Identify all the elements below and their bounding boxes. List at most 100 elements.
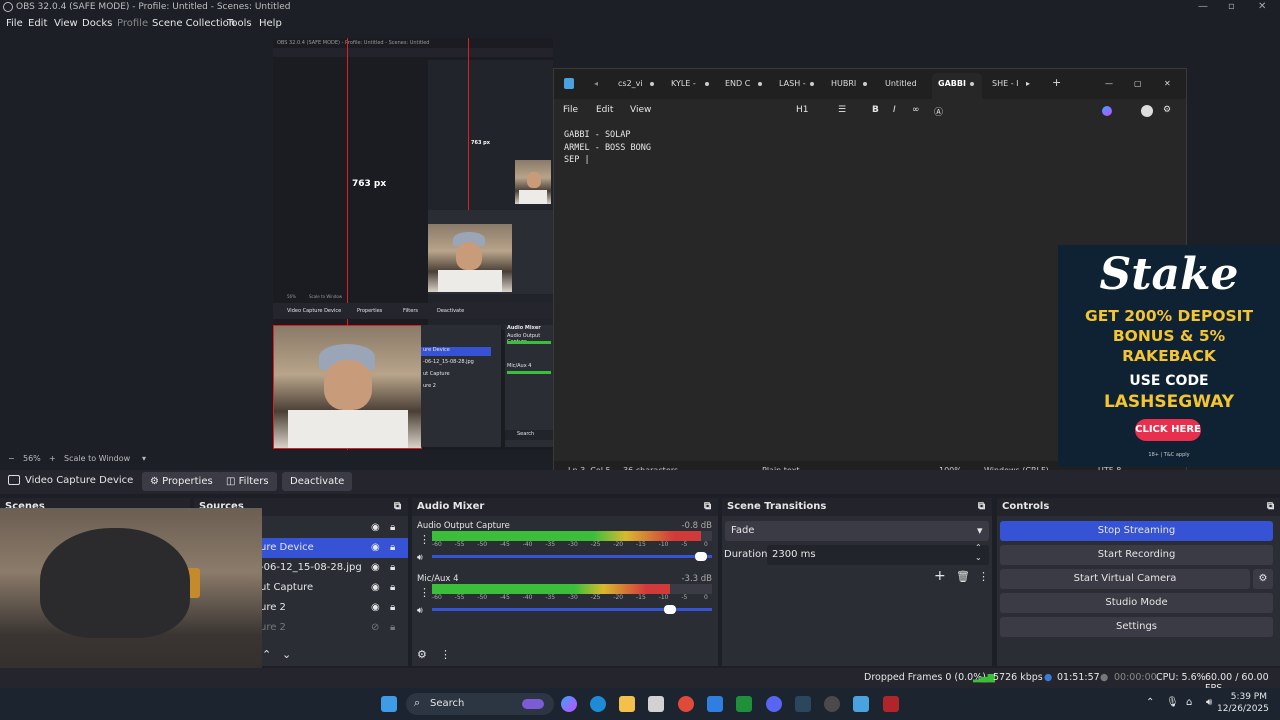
eye-icon[interactable]: ◉ xyxy=(371,558,380,578)
link-icon[interactable]: ∞ xyxy=(912,105,920,115)
np-menu-view[interactable]: View xyxy=(630,105,651,115)
maximize-icon[interactable]: ▫ xyxy=(1228,0,1235,14)
virtual-camera-settings-icon[interactable]: ⚙ xyxy=(1253,569,1273,589)
eye-icon[interactable]: ◉ xyxy=(371,538,380,558)
add-transition-icon[interactable]: + xyxy=(934,568,946,584)
scale-dropdown-icon[interactable]: ▾ xyxy=(142,454,146,463)
menu-file[interactable]: File xyxy=(6,18,23,29)
close-icon[interactable]: ✕ xyxy=(1258,0,1266,14)
volume-slider[interactable] xyxy=(432,552,712,561)
network-icon[interactable]: ⌂ xyxy=(1186,697,1192,708)
tab-active[interactable]: GABBI xyxy=(938,79,966,88)
mic-icon[interactable]: 🎙︎ xyxy=(1166,697,1179,708)
channel-menu-icon[interactable]: ⋮ xyxy=(419,586,430,599)
settings-button[interactable]: Settings xyxy=(1000,617,1273,637)
start-recording-button[interactable]: Start Recording xyxy=(1000,545,1273,565)
lock-icon[interactable]: 🔒︎ xyxy=(390,518,395,538)
spin-down-icon[interactable]: ⌄ xyxy=(975,553,982,562)
tab-7[interactable]: SHE - I xyxy=(992,79,1018,88)
mail-icon[interactable] xyxy=(707,696,723,712)
tab-5[interactable]: Untitled xyxy=(885,79,917,88)
deactivate-button[interactable]: Deactivate xyxy=(282,472,353,491)
eye-icon[interactable]: ◉ xyxy=(371,578,380,598)
notepad-editor[interactable]: GABBI - SOLAP ARMEL - BOSS BONG SEP | xyxy=(564,129,651,167)
store-icon[interactable] xyxy=(648,696,664,712)
np-minimize-icon[interactable]: — xyxy=(1105,79,1113,88)
zoom-minus-icon[interactable]: − xyxy=(8,454,15,463)
tab-scroll-right-icon[interactable]: ▸ xyxy=(1026,79,1030,88)
np-menu-file[interactable]: File xyxy=(563,105,578,115)
np-menu-edit[interactable]: Edit xyxy=(596,105,613,115)
menu-docks[interactable]: Docks xyxy=(82,18,112,29)
settings-gear-icon[interactable]: ⚙ xyxy=(1163,105,1171,115)
tab-4[interactable]: HUBRI xyxy=(831,79,856,88)
lock-icon[interactable]: 🔒︎ xyxy=(390,538,395,558)
stop-streaming-button[interactable]: Stop Streaming xyxy=(1000,521,1273,541)
properties-button[interactable]: ⚙ Properties xyxy=(142,472,221,491)
eye-icon[interactable]: ◉ xyxy=(371,598,380,618)
duration-spinbox[interactable]: 2300 ms ⌃ ⌄ xyxy=(767,543,989,565)
menu-help[interactable]: Help xyxy=(259,18,282,29)
heading-dropdown[interactable]: H1 xyxy=(796,105,809,115)
account-icon[interactable] xyxy=(1141,105,1153,117)
menu-profile[interactable]: Profile xyxy=(117,18,148,29)
scale-to-window[interactable]: Scale to Window xyxy=(64,454,130,463)
app-taskbar-icon[interactable] xyxy=(883,696,899,712)
channel-menu-icon[interactable]: ⋮ xyxy=(419,533,430,546)
taskbar-date[interactable]: 12/26/2025 xyxy=(1217,704,1269,714)
speaker-icon[interactable]: 🔊︎ xyxy=(417,606,423,616)
start-windows-icon[interactable] xyxy=(381,696,397,712)
menu-scene-collection[interactable]: Scene Collection xyxy=(152,18,235,29)
dock-undock-icon[interactable]: ⧉ xyxy=(1267,498,1274,516)
file-explorer-icon[interactable] xyxy=(619,696,635,712)
bold-icon[interactable]: B xyxy=(872,105,879,115)
transition-menu-icon[interactable]: ⋮ xyxy=(978,570,989,583)
menu-edit[interactable]: Edit xyxy=(28,18,47,29)
studio-mode-button[interactable]: Studio Mode xyxy=(1000,593,1273,613)
tab-2[interactable]: END C xyxy=(725,79,750,88)
lock-icon[interactable]: 🔒︎ xyxy=(390,618,395,638)
speaker-icon[interactable]: 🔊︎ xyxy=(417,553,423,563)
move-down-icon[interactable]: ⌄ xyxy=(282,648,291,661)
notepad-taskbar-icon[interactable] xyxy=(853,696,869,712)
chrome-icon[interactable] xyxy=(678,696,694,712)
tray-chevron-icon[interactable]: ⌃ xyxy=(1146,697,1154,708)
mixer-menu-icon[interactable]: ⋮ xyxy=(440,648,451,661)
tab-1[interactable]: KYLE - xyxy=(671,79,696,88)
eye-off-icon[interactable]: ⊘ xyxy=(371,618,379,638)
dock-undock-icon[interactable]: ⧉ xyxy=(978,498,985,516)
mixer-settings-icon[interactable]: ⚙ xyxy=(417,648,427,661)
volume-slider[interactable] xyxy=(432,605,712,614)
list-icon[interactable]: ☰ xyxy=(838,105,846,115)
menu-view[interactable]: View xyxy=(54,18,78,29)
taskbar-time[interactable]: 5:39 PM xyxy=(1225,692,1267,702)
spin-up-icon[interactable]: ⌃ xyxy=(975,543,982,552)
tab-3[interactable]: LASH - xyxy=(779,79,806,88)
dock-undock-icon[interactable]: ⧉ xyxy=(704,498,711,516)
move-up-icon[interactable]: ⌃ xyxy=(262,648,271,661)
tab-0[interactable]: cs2_vi xyxy=(618,79,643,88)
np-maximize-icon[interactable]: ▢ xyxy=(1134,79,1142,88)
volume-icon[interactable]: 🔊︎ xyxy=(1206,697,1212,708)
lock-icon[interactable]: 🔒︎ xyxy=(390,558,395,578)
menu-tools[interactable]: Tools xyxy=(227,18,252,29)
taskbar-search[interactable]: ⌕ Search xyxy=(406,693,554,715)
copilot-icon[interactable] xyxy=(1102,106,1112,116)
zoom-plus-icon[interactable]: + xyxy=(49,454,56,463)
discord-icon[interactable] xyxy=(766,696,782,712)
eye-icon[interactable]: ◉ xyxy=(371,518,380,538)
volume-slider-handle[interactable] xyxy=(694,552,707,561)
filters-button[interactable]: ◫ Filters xyxy=(218,472,277,491)
italic-icon[interactable]: I xyxy=(893,105,896,115)
transition-select[interactable]: Fade ▾ xyxy=(725,521,989,541)
steam-icon[interactable] xyxy=(795,696,811,712)
tab-scroll-left-icon[interactable]: ◂ xyxy=(594,79,598,88)
minimize-icon[interactable]: — xyxy=(1198,0,1208,14)
obs-taskbar-icon[interactable] xyxy=(824,696,840,712)
lock-icon[interactable]: 🔒︎ xyxy=(390,578,395,598)
stake-ad-overlay[interactable]: Stake GET 200% DEPOSIT BONUS & 5% RAKEBA… xyxy=(1058,245,1280,467)
copilot-icon[interactable] xyxy=(561,696,577,712)
remove-transition-icon[interactable]: 🗑︎ xyxy=(956,570,970,583)
clear-format-icon[interactable]: Ⓐ xyxy=(934,105,943,118)
ad-cta-button[interactable]: CLICK HERE xyxy=(1135,419,1201,441)
